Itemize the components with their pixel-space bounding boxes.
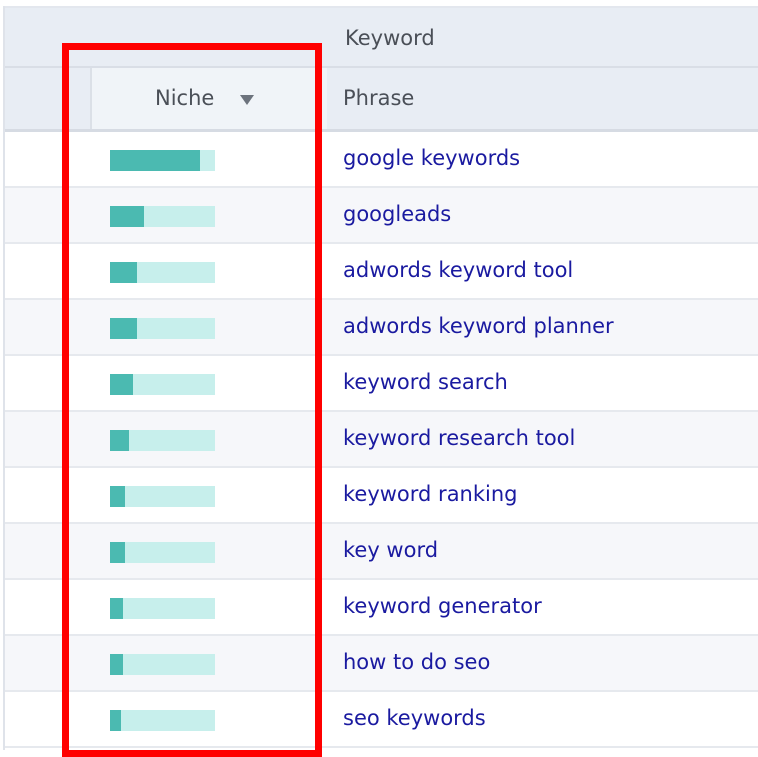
phrase-link[interactable]: googleads xyxy=(343,202,451,226)
niche-bar xyxy=(110,150,215,171)
phrase-link[interactable]: keyword search xyxy=(343,370,508,394)
niche-bar-fill xyxy=(110,486,125,507)
column-header-niche[interactable]: Niche xyxy=(90,68,327,129)
table-row[interactable]: keyword generator xyxy=(5,580,758,636)
table-row[interactable]: googleads xyxy=(5,188,758,244)
table-row[interactable]: keyword search xyxy=(5,356,758,412)
sort-down-icon[interactable] xyxy=(240,95,254,105)
niche-bar-fill xyxy=(110,598,123,619)
niche-bar-fill xyxy=(110,542,125,563)
phrase-link[interactable]: key word xyxy=(343,538,438,562)
niche-header-label: Niche xyxy=(155,86,215,110)
table-row[interactable]: keyword research tool xyxy=(5,412,758,468)
niche-bar-fill xyxy=(110,654,123,675)
niche-bar xyxy=(110,374,215,395)
table-body: google keywords googleads adwords keyword … xyxy=(5,132,758,748)
niche-bar-fill xyxy=(110,262,138,283)
niche-bar-fill xyxy=(110,206,144,227)
phrase-link[interactable]: adwords keyword tool xyxy=(343,258,573,282)
group-header-keyword: Keyword xyxy=(345,26,435,50)
table-row[interactable]: google keywords xyxy=(5,132,758,188)
niche-bar xyxy=(110,654,215,675)
phrase-link[interactable]: google keywords xyxy=(343,146,520,170)
phrase-link[interactable]: how to do seo xyxy=(343,650,490,674)
niche-bar xyxy=(110,486,215,507)
phrase-link[interactable]: keyword research tool xyxy=(343,426,575,450)
niche-bar-fill xyxy=(110,318,138,339)
phrase-link[interactable]: keyword ranking xyxy=(343,482,518,506)
niche-bar-fill xyxy=(110,710,121,731)
table-row[interactable]: seo keywords xyxy=(5,692,758,748)
niche-bar xyxy=(110,710,215,731)
niche-bar-fill xyxy=(110,374,134,395)
niche-bar-fill xyxy=(110,430,129,451)
keyword-table: Keyword Niche Phrase google keywords goog… xyxy=(3,6,758,750)
table-row[interactable]: keyword ranking xyxy=(5,468,758,524)
column-header-row: Niche Phrase xyxy=(5,68,758,132)
niche-bar xyxy=(110,318,215,339)
niche-bar xyxy=(110,262,215,283)
group-header: Keyword xyxy=(5,6,758,68)
table-row[interactable]: how to do seo xyxy=(5,636,758,692)
niche-bar xyxy=(110,542,215,563)
niche-bar xyxy=(110,206,215,227)
table-row[interactable]: adwords keyword planner xyxy=(5,300,758,356)
column-header-phrase[interactable]: Phrase xyxy=(343,86,414,110)
niche-bar xyxy=(110,430,215,451)
phrase-link[interactable]: adwords keyword planner xyxy=(343,314,614,338)
niche-bar xyxy=(110,598,215,619)
phrase-link[interactable]: seo keywords xyxy=(343,706,486,730)
phrase-link[interactable]: keyword generator xyxy=(343,594,542,618)
table-row[interactable]: adwords keyword tool xyxy=(5,244,758,300)
table-row[interactable]: key word xyxy=(5,524,758,580)
niche-bar-fill xyxy=(110,150,201,171)
